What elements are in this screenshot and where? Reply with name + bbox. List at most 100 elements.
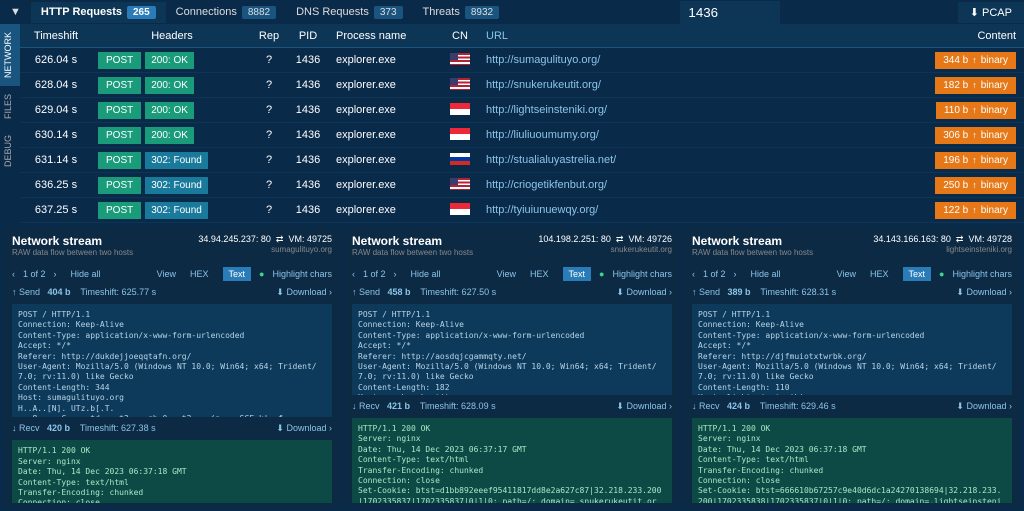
cell-url[interactable]: http://sumagulituyo.org/: [480, 51, 790, 69]
send-label[interactable]: ↑ Send 404 b Timeshift: 625.77 s: [12, 287, 156, 298]
highlight-toggle[interactable]: ●: [259, 269, 264, 279]
cell-pid: 1436: [286, 76, 330, 94]
cell-rep: ?: [252, 101, 286, 119]
cell-time: 626.04 s: [20, 51, 92, 69]
text-button[interactable]: Text: [563, 267, 592, 281]
cell-content[interactable]: 344 b ↑ binary: [790, 49, 1024, 72]
text-button[interactable]: Text: [223, 267, 252, 281]
hex-button[interactable]: HEX: [864, 267, 895, 281]
recv-label[interactable]: ↓ Recv 421 b Timeshift: 628.09 s: [352, 401, 496, 412]
cell-flag: [440, 75, 480, 96]
cell-time: 628.04 s: [20, 76, 92, 94]
recv-body[interactable]: HTTP/1.1 200 OK Server: nginx Date: Thu,…: [12, 440, 332, 503]
download-button[interactable]: ⬇ Download ›: [616, 287, 672, 298]
download-button[interactable]: ⬇ Download ›: [956, 401, 1012, 412]
table-row[interactable]: 629.04 s POST200: OK ? 1436 explorer.exe…: [20, 98, 1024, 123]
cell-flag: [440, 100, 480, 121]
pager-prev[interactable]: ‹: [12, 269, 15, 279]
download-button[interactable]: ⬇ Download ›: [956, 287, 1012, 298]
col-headers[interactable]: Headers: [92, 26, 252, 46]
recv-body[interactable]: HTTP/1.1 200 OK Server: nginx Date: Thu,…: [692, 418, 1012, 503]
pager-prev[interactable]: ‹: [692, 269, 695, 279]
send-body[interactable]: POST / HTTP/1.1 Connection: Keep-Alive C…: [352, 304, 672, 395]
col-process[interactable]: Process name: [330, 26, 440, 46]
cell-url[interactable]: http://snukerukeutit.org/: [480, 76, 790, 94]
pager-next[interactable]: ›: [734, 269, 737, 279]
col-timeshift[interactable]: Timeshift: [20, 26, 92, 46]
cell-content[interactable]: 182 b ↑ binary: [790, 74, 1024, 97]
col-content[interactable]: Content: [790, 26, 1024, 46]
cell-content[interactable]: 196 b ↑ binary: [790, 149, 1024, 172]
hide-all-button[interactable]: Hide all: [65, 267, 107, 281]
sidetab-debug[interactable]: DEBUG: [0, 127, 20, 175]
download-button[interactable]: ⬇ Download ›: [276, 423, 332, 434]
col-rep[interactable]: Rep: [252, 26, 286, 46]
table-row[interactable]: 637.25 s POST302: Found ? 1436 explorer.…: [20, 198, 1024, 223]
cell-url[interactable]: http://criogetikfenbut.org/: [480, 176, 790, 194]
stream-endpoint: 34.94.245.237: 80 ⇄ VM: 49725sumagulituy…: [198, 234, 332, 254]
cell-url[interactable]: http://stualialuyastrelia.net/: [480, 151, 790, 169]
tab-http[interactable]: HTTP Requests265: [31, 2, 166, 23]
hex-button[interactable]: HEX: [184, 267, 215, 281]
flag-icon: [450, 153, 470, 165]
cell-url[interactable]: http://tyiuiunuewqy.org/: [480, 201, 790, 219]
stream-title: Network stream: [352, 234, 473, 248]
download-button[interactable]: ⬇ Download ›: [276, 287, 332, 298]
cell-time: 631.14 s: [20, 151, 92, 169]
cell-content[interactable]: 306 b ↑ binary: [790, 124, 1024, 147]
tab-connections[interactable]: Connections8882: [166, 2, 286, 23]
highlight-toggle[interactable]: ●: [599, 269, 604, 279]
cell-process: explorer.exe: [330, 201, 440, 219]
recv-label[interactable]: ↓ Recv 424 b Timeshift: 629.46 s: [692, 401, 836, 412]
stream-endpoint: 104.198.2.251: 80 ⇄ VM: 49726snukerukeut…: [538, 234, 672, 254]
pager-next[interactable]: ›: [394, 269, 397, 279]
cell-content[interactable]: 110 b ↑ binary: [790, 99, 1024, 122]
send-label[interactable]: ↑ Send 389 b Timeshift: 628.31 s: [692, 287, 836, 298]
table-row[interactable]: 626.04 s POST200: OK ? 1436 explorer.exe…: [20, 48, 1024, 73]
send-body[interactable]: POST / HTTP/1.1 Connection: Keep-Alive C…: [12, 304, 332, 417]
dropdown-toggle[interactable]: ▼: [0, 2, 31, 22]
search-input[interactable]: [680, 1, 780, 24]
cell-rep: ?: [252, 51, 286, 69]
text-button[interactable]: Text: [903, 267, 932, 281]
pager-label: 1 of 2: [363, 269, 386, 279]
sidetab-network[interactable]: NETWORK: [0, 24, 20, 86]
send-body[interactable]: POST / HTTP/1.1 Connection: Keep-Alive C…: [692, 304, 1012, 395]
cell-process: explorer.exe: [330, 101, 440, 119]
hide-all-button[interactable]: Hide all: [745, 267, 787, 281]
hide-all-button[interactable]: Hide all: [405, 267, 447, 281]
requests-table: Timeshift Headers Rep PID Process name C…: [20, 24, 1024, 224]
recv-body[interactable]: HTTP/1.1 200 OK Server: nginx Date: Thu,…: [352, 418, 672, 503]
cell-rep: ?: [252, 151, 286, 169]
recv-label[interactable]: ↓ Recv 420 b Timeshift: 627.38 s: [12, 423, 156, 434]
cell-url[interactable]: http://lightseinsteniki.org/: [480, 101, 790, 119]
table-row[interactable]: 631.14 s POST302: Found ? 1436 explorer.…: [20, 148, 1024, 173]
cell-url[interactable]: http://liuliuoumumy.org/: [480, 126, 790, 144]
stream-title: Network stream: [692, 234, 813, 248]
download-button[interactable]: ⬇ Download ›: [616, 401, 672, 412]
tab-dns[interactable]: DNS Requests373: [286, 2, 412, 23]
cell-process: explorer.exe: [330, 126, 440, 144]
cell-content[interactable]: 122 b ↑ binary: [790, 199, 1024, 222]
pager-prev[interactable]: ‹: [352, 269, 355, 279]
col-cn[interactable]: CN: [440, 26, 480, 46]
table-row[interactable]: 630.14 s POST200: OK ? 1436 explorer.exe…: [20, 123, 1024, 148]
cell-time: 637.25 s: [20, 201, 92, 219]
tab-threats[interactable]: Threats8932: [413, 2, 510, 23]
col-url[interactable]: URL: [480, 26, 790, 46]
highlight-toggle[interactable]: ●: [939, 269, 944, 279]
pager-next[interactable]: ›: [54, 269, 57, 279]
upload-icon: ↑: [972, 80, 977, 90]
cell-time: 636.25 s: [20, 176, 92, 194]
hex-button[interactable]: HEX: [524, 267, 555, 281]
table-row[interactable]: 636.25 s POST302: Found ? 1436 explorer.…: [20, 173, 1024, 198]
pcap-button[interactable]: ⬇ PCAP: [958, 2, 1024, 23]
pager-label: 1 of 2: [23, 269, 46, 279]
stream-subtitle: RAW data flow between two hosts: [352, 248, 473, 257]
table-row[interactable]: 628.04 s POST200: OK ? 1436 explorer.exe…: [20, 73, 1024, 98]
sidetab-files[interactable]: FILES: [0, 86, 20, 127]
flag-icon: [450, 178, 470, 190]
send-label[interactable]: ↑ Send 458 b Timeshift: 627.50 s: [352, 287, 496, 298]
cell-content[interactable]: 250 b ↑ binary: [790, 174, 1024, 197]
col-pid[interactable]: PID: [286, 26, 330, 46]
